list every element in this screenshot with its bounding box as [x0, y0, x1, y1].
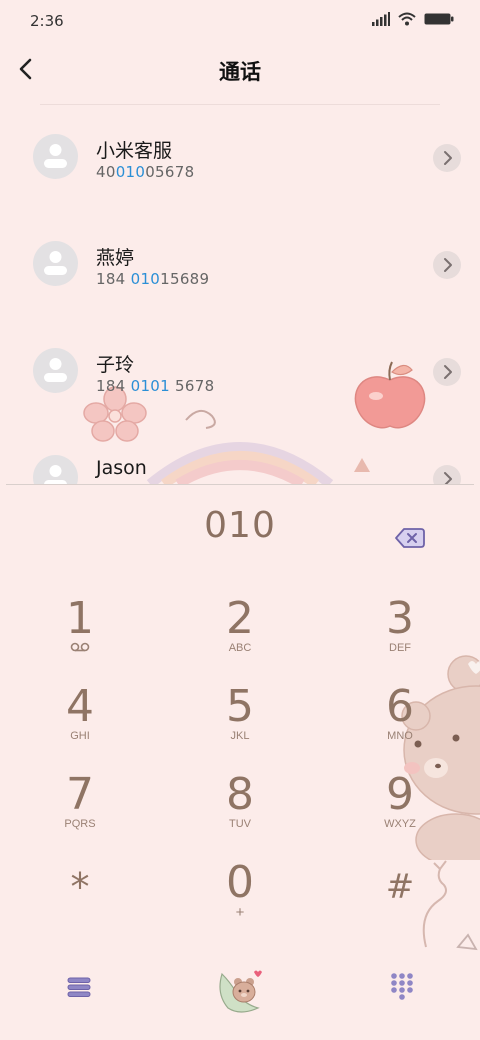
key-digit: * [70, 865, 90, 909]
contact-detail-button[interactable] [433, 144, 461, 172]
avatar [33, 241, 78, 286]
wifi-icon [398, 12, 416, 26]
contact-number: 4001005678 [96, 163, 195, 181]
avatar [33, 348, 78, 393]
key-letters: TUV [229, 818, 251, 830]
status-icons [372, 12, 454, 26]
contact-list: 小米客服 4001005678 燕婷 184 01015689 子玲 184 0… [0, 106, 480, 484]
signal-icon [372, 12, 390, 26]
key-4[interactable]: 4 GHI [20, 684, 140, 764]
key-letters: MNO [387, 730, 413, 742]
backspace-icon [395, 528, 425, 548]
key-7[interactable]: 7 PQRS [20, 772, 140, 852]
key-digit: 0 [226, 857, 254, 908]
contact-number: 184 01015689 [96, 270, 210, 288]
chevron-right-icon [444, 151, 452, 165]
key-digit: 2 [226, 593, 254, 644]
key-digit: 1 [66, 593, 94, 644]
contact-row[interactable]: 子玲 184 0101 5678 [0, 320, 480, 427]
key-letters: PQRS [64, 818, 96, 830]
battery-icon [424, 13, 454, 25]
contact-row[interactable]: 小米客服 4001005678 [0, 106, 480, 213]
contact-name: Jason [96, 457, 147, 479]
contact-name: 小米客服 [96, 140, 173, 162]
chevron-right-icon [444, 472, 452, 484]
key-digit: 7 [66, 769, 94, 820]
key-digit: # [385, 867, 415, 907]
key-letters: + [235, 904, 245, 921]
key-digit: 9 [386, 769, 414, 820]
key-letters: JKL [230, 730, 250, 742]
menu-icon [67, 977, 91, 997]
avatar [33, 134, 78, 179]
person-icon [44, 144, 67, 168]
status-bar: 2:36 [0, 0, 480, 40]
bottom-bar [0, 960, 480, 1020]
header: 通话 [0, 44, 480, 96]
key-digit: 3 [386, 593, 414, 644]
dialpad-divider [6, 484, 474, 485]
key-0[interactable]: 0 + [180, 860, 300, 940]
key-letters: ABC [228, 642, 252, 654]
contact-name: 燕婷 [96, 247, 135, 269]
key-letters: DEF [389, 642, 411, 654]
bear-call-icon [219, 970, 262, 1013]
call-button[interactable] [214, 964, 266, 1014]
contact-number: 184 0101 5678 [96, 377, 215, 395]
contact-name: 子玲 [96, 354, 135, 376]
contact-detail-button[interactable] [433, 358, 461, 386]
chevron-right-icon [444, 365, 452, 379]
key-5[interactable]: 5 JKL [180, 684, 300, 764]
key-digit: 4 [66, 681, 94, 732]
key-digit: 5 [226, 681, 254, 732]
contact-detail-button[interactable] [433, 251, 461, 279]
contact-row[interactable]: Jason [0, 427, 480, 484]
key-6[interactable]: 6 MNO [340, 684, 460, 764]
key-2[interactable]: 2 ABC [180, 596, 300, 676]
backspace-button[interactable] [394, 526, 426, 550]
person-icon [44, 358, 67, 382]
header-divider [40, 104, 440, 105]
avatar [33, 455, 78, 484]
key-letters: WXYZ [384, 818, 416, 830]
contact-row[interactable]: 燕婷 184 01015689 [0, 213, 480, 320]
person-icon [44, 465, 67, 484]
page-title: 通话 [219, 60, 261, 84]
key-8[interactable]: 8 TUV [180, 772, 300, 852]
menu-button[interactable] [66, 974, 92, 1000]
key-digit: 6 [386, 681, 414, 732]
contact-detail-button[interactable] [433, 465, 461, 484]
key-1[interactable]: 1 [20, 596, 140, 676]
status-time: 2:36 [30, 12, 64, 30]
key-3[interactable]: 3 DEF [340, 596, 460, 676]
person-icon [44, 251, 67, 275]
key-star[interactable]: * [20, 862, 140, 942]
key-digit: 8 [226, 769, 254, 820]
chevron-right-icon [444, 258, 452, 272]
key-9[interactable]: 9 WXYZ [340, 772, 460, 852]
dialpad-icon [391, 973, 413, 1000]
key-letters: GHI [70, 730, 90, 742]
dialpad-toggle-button[interactable] [390, 972, 414, 1000]
key-hash[interactable]: # [340, 862, 460, 942]
